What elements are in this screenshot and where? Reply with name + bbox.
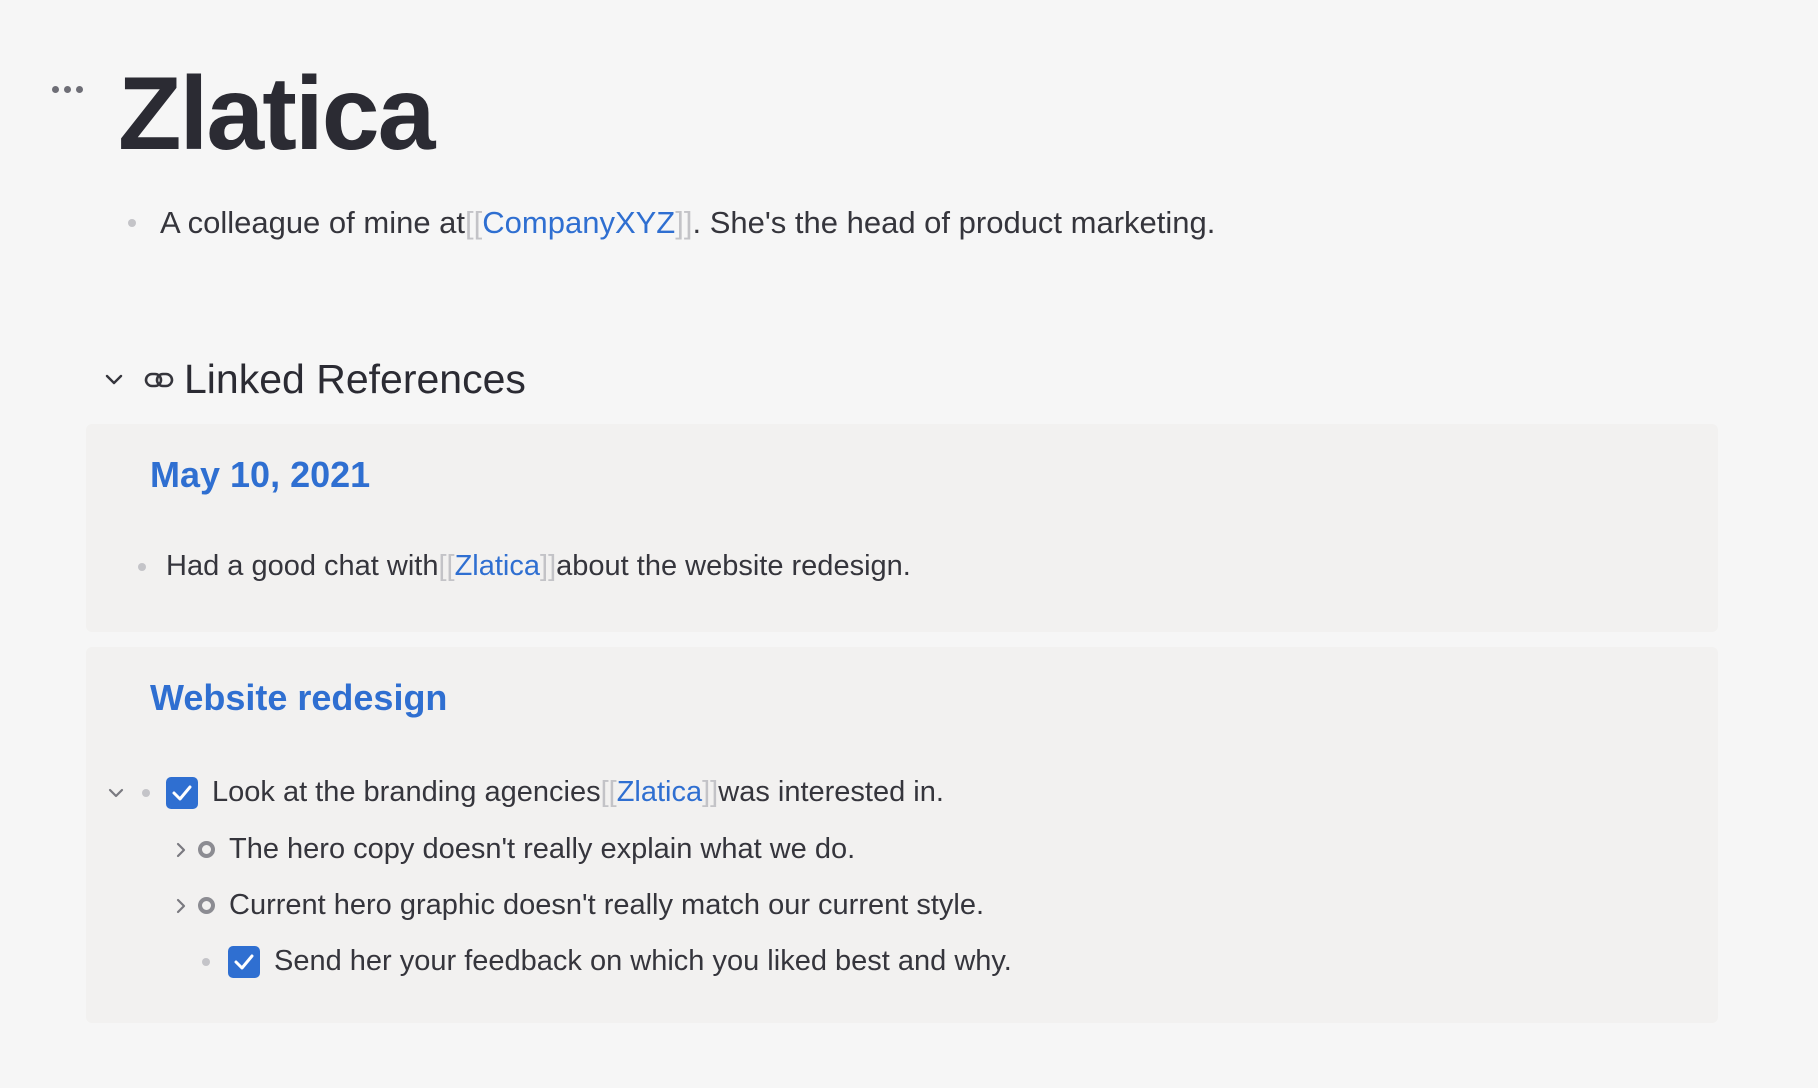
chevron-down-icon[interactable] [104,781,128,805]
page-title[interactable]: Zlatica [118,52,435,177]
block-text: was interested in. [718,776,944,808]
block-text: . She's the head of product marketing. [692,205,1216,240]
reference-block[interactable]: Current hero graphic doesn't really matc… [170,889,984,922]
link-icon [144,371,174,389]
page-ref-link[interactable]: CompanyXYZ [482,205,675,241]
ref-bracket-close: ]] [675,205,693,240]
collapsed-bullet-icon[interactable] [198,897,215,914]
block-text: Send her your feedback on which you like… [274,945,1012,977]
reference-group: Website redesign Look at the branding ag… [86,647,1718,1023]
reference-group: May 10, 2021 Had a good chat with [[ Zla… [86,424,1718,632]
dot [52,86,59,93]
block-text: Current hero graphic doesn't really matc… [229,889,985,921]
reference-block[interactable]: Send her your feedback on which you like… [202,945,1012,978]
todo-checkbox[interactable] [166,776,198,809]
bullet-icon[interactable] [138,562,146,571]
linked-references-header: Linked References [102,356,526,403]
reference-block[interactable]: The hero copy doesn't really explain wha… [170,833,855,866]
dot [64,86,71,93]
block-text: about the website redesign. [556,550,911,582]
collapsed-bullet-icon[interactable] [198,841,215,858]
reference-block[interactable]: Look at the branding agencies [[ Zlatica… [104,776,944,809]
chevron-down-icon[interactable] [102,368,126,392]
block-text: Had a good chat with [166,550,439,582]
block-text: The hero copy doesn't really explain wha… [229,833,856,865]
dot [76,86,83,93]
reference-block[interactable]: Had a good chat with [[ Zlatica ]] about… [138,550,911,583]
page: Zlatica A colleague of mine at [[ Compan… [0,0,1818,1088]
more-horizontal-icon[interactable] [52,86,88,98]
chevron-right-icon[interactable] [170,894,192,918]
bullet-icon[interactable] [128,219,136,227]
block[interactable]: A colleague of mine at [[ CompanyXYZ ]] … [128,205,1215,241]
ref-bracket-close: ]] [702,776,719,808]
page-ref-link[interactable]: Zlatica [617,776,702,809]
reference-page-title[interactable]: May 10, 2021 [150,454,370,496]
ref-bracket-close: ]] [540,550,557,582]
ref-bracket-open: [[ [438,550,455,582]
linked-references-title: Linked References [184,356,526,402]
page-ref-link[interactable]: Zlatica [455,550,540,583]
todo-checkbox[interactable] [228,945,260,978]
ref-bracket-open: [[ [465,205,483,240]
reference-page-title[interactable]: Website redesign [150,677,447,719]
block-text: A colleague of mine at [160,205,466,240]
chevron-right-icon[interactable] [170,838,192,862]
bullet-icon[interactable] [202,957,210,966]
block-text: Look at the branding agencies [212,776,601,808]
bullet-icon[interactable] [142,788,150,797]
ref-bracket-open: [[ [600,776,617,808]
